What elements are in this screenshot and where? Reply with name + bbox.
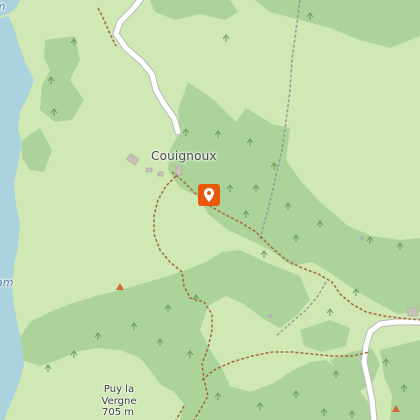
peak-elevation: 705 m: [101, 407, 134, 418]
water-label-top: am: [0, 0, 5, 13]
building: [407, 307, 419, 317]
place-label: Couignoux: [151, 149, 217, 163]
map-canvas[interactable]: Couignoux Puy la Vergne 705 m am am: [0, 0, 420, 420]
point-feature: [268, 314, 272, 318]
point-feature: [360, 236, 364, 240]
map-pin-graphic: [198, 184, 220, 206]
map-graphics: [0, 0, 420, 420]
water-label-left: am: [0, 276, 14, 289]
building: [175, 165, 183, 176]
building: [157, 171, 164, 177]
pin-dot: [207, 191, 211, 195]
peak-name-line1: Puy la: [103, 384, 135, 395]
map-pin-icon[interactable]: [198, 184, 222, 208]
building: [145, 167, 153, 173]
